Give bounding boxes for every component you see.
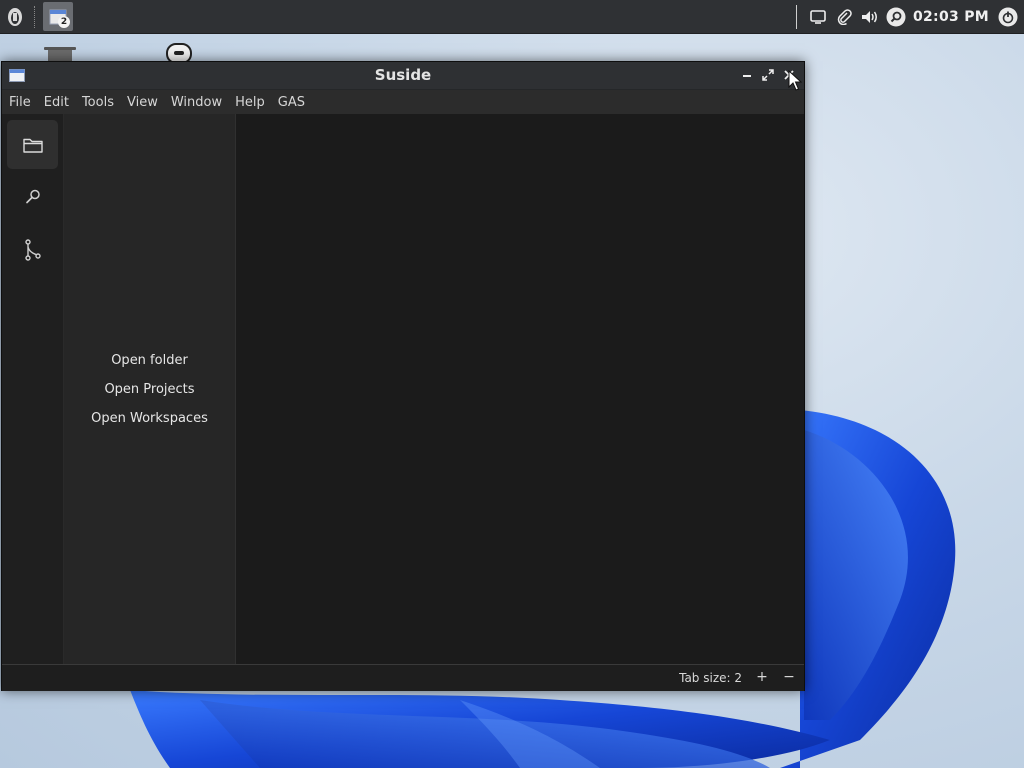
search-button[interactable] [7, 172, 58, 221]
power-icon[interactable] [997, 6, 1019, 28]
volume-icon[interactable] [859, 6, 881, 28]
window-title: Suside [374, 66, 432, 84]
open-workspaces-link[interactable]: Open Workspaces [64, 411, 235, 426]
desktop-drive-icon[interactable] [166, 43, 192, 63]
tab-size-decrease-button[interactable]: − [781, 669, 797, 685]
desktop-trash-icon[interactable] [42, 44, 78, 62]
tab-size-increase-button[interactable]: + [754, 669, 770, 685]
folder-icon [22, 138, 43, 153]
top-panel: 2 02:03 PM [0, 0, 1024, 34]
launcher-icon[interactable] [0, 0, 30, 33]
maximize-icon [762, 69, 774, 81]
panel-clock[interactable]: 02:03 PM [913, 9, 989, 25]
maximize-button[interactable] [760, 67, 776, 83]
explorer-sidebar: Open folder Open Projects Open Workspace… [64, 114, 236, 664]
minimize-button[interactable] [739, 67, 755, 83]
menu-bar: File Edit Tools View Window Help GAS [2, 90, 804, 114]
menu-edit[interactable]: Edit [38, 95, 75, 110]
paperclip-icon[interactable] [833, 6, 855, 28]
tab-size-indicator: Tab size: 2 [679, 671, 742, 685]
menu-help[interactable]: Help [229, 95, 271, 110]
editor-area[interactable] [236, 114, 804, 664]
task-count-badge: 2 [58, 16, 70, 28]
source-control-button[interactable] [7, 225, 58, 274]
menu-file[interactable]: File [3, 95, 37, 110]
status-bar: Tab size: 2 + − [2, 664, 804, 691]
activity-bar [2, 114, 64, 664]
menu-tools[interactable]: Tools [76, 95, 120, 110]
mouse-cursor-icon [788, 70, 802, 91]
menu-window[interactable]: Window [165, 95, 228, 110]
open-projects-link[interactable]: Open Projects [64, 382, 235, 397]
panel-separator [34, 5, 37, 28]
explorer-button[interactable] [7, 120, 58, 169]
minimize-icon [743, 75, 751, 77]
window-titlebar[interactable]: Suside [2, 62, 804, 90]
open-folder-link[interactable]: Open folder [64, 353, 235, 368]
menu-gas[interactable]: GAS [272, 95, 311, 110]
panel-divider [795, 4, 797, 29]
search-icon[interactable] [885, 6, 907, 28]
taskbar-window-group[interactable]: 2 [43, 2, 73, 31]
screen-icon[interactable] [807, 6, 829, 28]
menu-view[interactable]: View [121, 95, 164, 110]
source-control-icon [24, 238, 41, 261]
search-icon [25, 189, 40, 203]
suside-window: Suside File Edit Tools View Window Help … [1, 61, 805, 691]
